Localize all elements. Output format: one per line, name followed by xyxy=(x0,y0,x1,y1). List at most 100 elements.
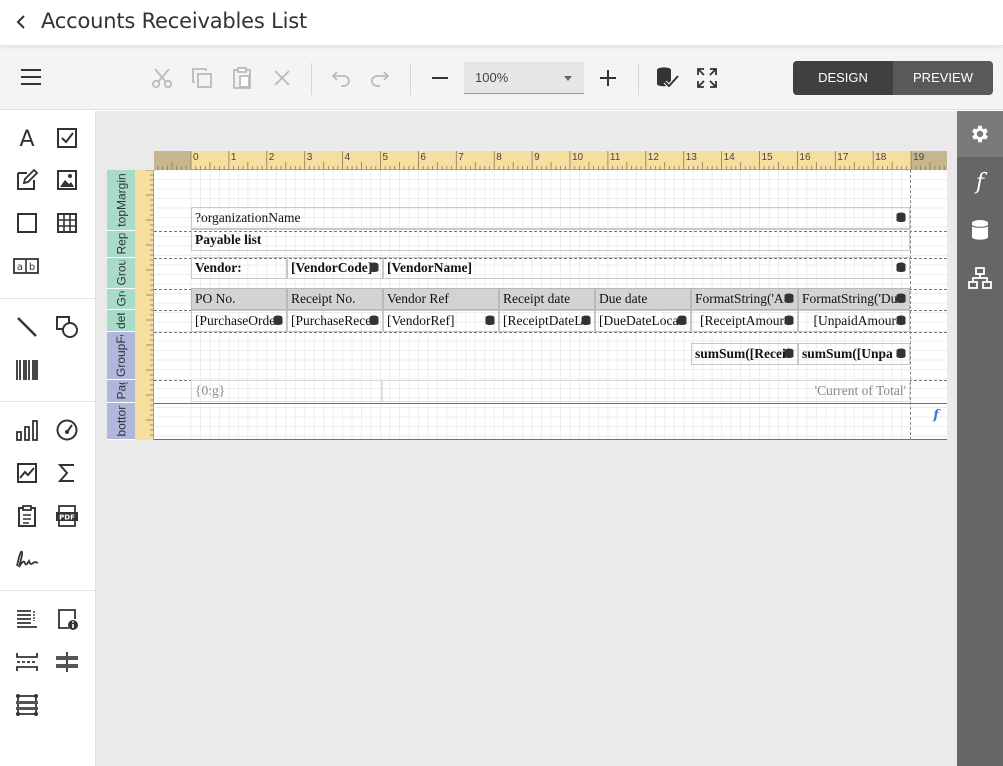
subreport-tool-icon[interactable] xyxy=(13,605,41,633)
fullscreen-icon[interactable] xyxy=(693,64,721,92)
detail-field[interactable]: [ReceiptAmour xyxy=(691,310,798,332)
signature-tool-icon[interactable] xyxy=(13,545,41,573)
table-tool-icon[interactable] xyxy=(53,209,81,237)
column-header[interactable]: Receipt No. xyxy=(287,288,383,310)
database-icon xyxy=(896,315,906,325)
detail-field-text: [UnpaidAmour xyxy=(813,313,896,328)
toolbox-panel: A ab PDF xyxy=(0,111,96,766)
column-header[interactable]: FormatString('A xyxy=(691,288,798,310)
ruler-number: 10 xyxy=(572,152,584,163)
zoom-out-icon[interactable] xyxy=(426,64,454,92)
field-list-database-icon[interactable] xyxy=(957,207,1003,253)
detail-field[interactable]: [DueDateLoca xyxy=(595,310,691,332)
line-tool-icon[interactable] xyxy=(13,313,41,341)
svg-text:PDF: PDF xyxy=(59,514,75,522)
detail-field-text: [ReceiptAmour xyxy=(700,313,784,328)
cross-band-box-tool-icon[interactable] xyxy=(13,691,41,719)
database-icon xyxy=(273,315,283,325)
ruler-number: 7 xyxy=(458,152,464,163)
column-header[interactable]: PO No. xyxy=(191,288,287,310)
database-icon xyxy=(369,315,379,325)
detail-field[interactable]: [ReceiptDateL xyxy=(499,310,595,332)
detail-field[interactable]: [PurchaseOrde xyxy=(191,310,287,332)
band-name: GroupFooter xyxy=(114,334,128,377)
summary-tool-icon[interactable] xyxy=(53,459,81,487)
zoom-select[interactable]: 100% xyxy=(464,62,584,94)
database-icon xyxy=(896,212,906,222)
pdf-content-tool-icon[interactable]: PDF xyxy=(53,502,81,530)
band-name: topMargin xyxy=(114,173,128,227)
zoom-value: 100% xyxy=(475,70,509,85)
band-name: GroupHeader xyxy=(114,292,128,307)
delete-icon[interactable] xyxy=(268,64,296,92)
band-tab[interactable]: detail xyxy=(107,310,135,332)
column-header[interactable]: Due date xyxy=(595,288,691,310)
column-header[interactable]: FormatString('Du xyxy=(798,288,910,310)
properties-gear-icon[interactable] xyxy=(957,111,1003,157)
preview-mode-button[interactable]: PREVIEW xyxy=(893,61,993,95)
database-icon xyxy=(581,315,591,325)
sparkline-tool-icon[interactable] xyxy=(13,459,41,487)
organization-name-field[interactable]: ?organizationName xyxy=(191,207,910,229)
picture-tool-icon[interactable] xyxy=(53,166,81,194)
band-name: detail xyxy=(114,312,128,329)
expression-icon[interactable]: f xyxy=(930,408,942,422)
vendor-code-field[interactable]: [VendorCode] xyxy=(287,257,383,279)
page-info-tool-icon[interactable] xyxy=(53,605,81,633)
band-tab[interactable]: ReportHeader xyxy=(107,231,135,258)
redo-icon[interactable] xyxy=(366,64,394,92)
chart-tool-icon[interactable] xyxy=(13,416,41,444)
vendor-label[interactable]: Vendor: xyxy=(191,257,287,279)
sum-receipt-text: sumSum([Recei xyxy=(695,346,786,361)
column-header[interactable]: Vendor Ref xyxy=(383,288,499,310)
database-icon xyxy=(896,293,906,303)
undo-icon[interactable] xyxy=(327,64,355,92)
organization-name-text: ?organizationName xyxy=(195,210,301,225)
column-header-text: Vendor Ref xyxy=(387,291,449,306)
richtext-tool-icon[interactable] xyxy=(13,166,41,194)
current-of-total-field[interactable]: 'Current of Total' xyxy=(382,380,910,402)
column-header-text: Receipt No. xyxy=(291,291,356,306)
page-number-field[interactable]: {0:g} xyxy=(191,380,382,402)
validate-bindings-icon[interactable] xyxy=(653,64,681,92)
cut-icon[interactable] xyxy=(148,64,176,92)
database-icon xyxy=(677,315,687,325)
table-of-contents-tool-icon[interactable] xyxy=(13,502,41,530)
band-tab[interactable]: bottomMargin xyxy=(107,403,135,440)
ruler-number: 13 xyxy=(685,152,697,163)
sum-unpaid-field[interactable]: sumSum([Unpa xyxy=(798,343,910,365)
paste-icon[interactable] xyxy=(228,64,256,92)
vendor-name-field[interactable]: [VendorName] xyxy=(383,257,910,279)
ruler-number: 6 xyxy=(420,152,426,163)
column-header[interactable]: Receipt date xyxy=(499,288,595,310)
menu-icon[interactable] xyxy=(17,63,45,91)
sum-receipt-field[interactable]: sumSum([Recei xyxy=(691,343,798,365)
gauge-tool-icon[interactable] xyxy=(53,416,81,444)
panel-tool-icon[interactable] xyxy=(13,209,41,237)
barcode-tool-icon[interactable] xyxy=(13,356,41,384)
page-break-tool-icon[interactable] xyxy=(13,648,41,676)
payable-list-title[interactable]: Payable list xyxy=(191,229,910,251)
shape-tool-icon[interactable] xyxy=(53,313,81,341)
design-mode-button[interactable]: DESIGN xyxy=(793,61,893,95)
detail-field[interactable]: [UnpaidAmour xyxy=(798,310,910,332)
detail-field[interactable]: [VendorRef] xyxy=(383,310,499,332)
label-tool-icon[interactable]: A xyxy=(13,124,41,152)
detail-field[interactable]: [PurchaseRece xyxy=(287,310,383,332)
band-tab[interactable]: GroupHeader xyxy=(107,289,135,310)
checkbox-tool-icon[interactable] xyxy=(53,124,81,152)
report-explorer-icon[interactable] xyxy=(957,255,1003,301)
ruler-number: 2 xyxy=(268,152,275,163)
back-arrow-icon[interactable] xyxy=(12,12,32,32)
copy-icon[interactable] xyxy=(188,64,216,92)
band-tab[interactable]: PageFooter xyxy=(107,380,135,403)
cross-band-line-tool-icon[interactable] xyxy=(53,648,81,676)
zoom-in-icon[interactable] xyxy=(594,64,622,92)
band-tab[interactable]: topMargin xyxy=(107,170,135,231)
ruler-number: 18 xyxy=(875,152,887,163)
band-tab[interactable]: GroupHeader xyxy=(107,258,135,289)
character-comb-tool-icon[interactable]: ab xyxy=(12,252,40,280)
design-surface[interactable]: 0 1 2 3 4 5 6 7 8 9 10 11 12 13 14 15 16 17 18 19 topMargin… xyxy=(96,111,957,766)
function-icon[interactable]: f xyxy=(957,159,1003,205)
band-tab[interactable]: GroupFooter xyxy=(107,332,135,380)
